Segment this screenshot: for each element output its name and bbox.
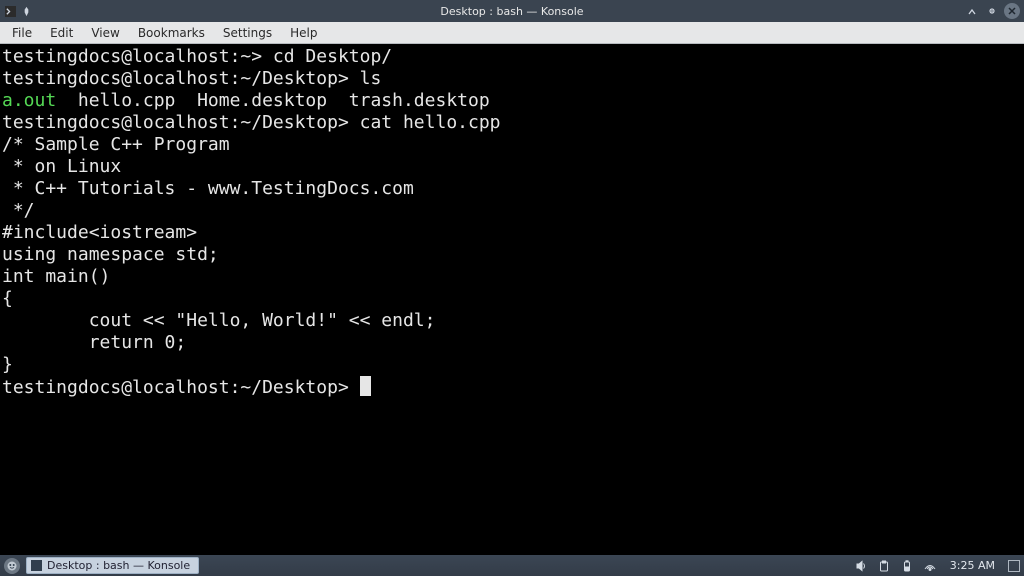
terminal-line: {: [2, 288, 1022, 310]
konsole-task-icon: [31, 560, 42, 571]
start-button[interactable]: [4, 558, 20, 574]
terminal-line: testingdocs@localhost:~/Desktop>: [2, 376, 1022, 399]
terminal-line: */: [2, 200, 1022, 222]
menu-help[interactable]: Help: [282, 25, 325, 41]
terminal-text: #include<iostream>: [2, 222, 197, 243]
taskbar-clock[interactable]: 3:25 AM: [946, 559, 999, 572]
terminal-line: * C++ Tutorials - www.TestingDocs.com: [2, 178, 1022, 200]
terminal-text: cout << "Hello, World!" << endl;: [2, 310, 435, 331]
menu-settings[interactable]: Settings: [215, 25, 280, 41]
terminal-viewport[interactable]: testingdocs@localhost:~> cd Desktop/test…: [0, 44, 1024, 555]
window-controls: [964, 3, 1024, 19]
terminal-line: return 0;: [2, 332, 1022, 354]
terminal-text: hello.cpp Home.desktop trash.desktop: [56, 90, 489, 111]
desktop-taskbar: Desktop : bash — Konsole 3:25 AM: [0, 555, 1024, 576]
menu-file[interactable]: File: [4, 25, 40, 41]
menu-view[interactable]: View: [83, 25, 127, 41]
terminal-line: int main(): [2, 266, 1022, 288]
terminal-cursor: [360, 376, 371, 396]
battery-icon[interactable]: [900, 559, 914, 573]
terminal-text: {: [2, 288, 13, 309]
terminal-text: testingdocs@localhost:~/Desktop> cat hel…: [2, 112, 501, 133]
terminal-line: /* Sample C++ Program: [2, 134, 1022, 156]
show-desktop-button[interactable]: [1008, 560, 1020, 572]
terminal-text: return 0;: [2, 332, 186, 353]
window-title: Desktop : bash — Konsole: [440, 5, 583, 18]
terminal-line: }: [2, 354, 1022, 376]
terminal-line: testingdocs@localhost:~/Desktop> ls: [2, 68, 1022, 90]
terminal-text: using namespace std;: [2, 244, 219, 265]
terminal-text: * on Linux: [2, 156, 121, 177]
window-titlebar: Desktop : bash — Konsole: [0, 0, 1024, 22]
terminal-icon: [5, 6, 16, 17]
terminal-text: testingdocs@localhost:~> cd Desktop/: [2, 46, 392, 67]
terminal-text: testingdocs@localhost:~/Desktop> ls: [2, 68, 381, 89]
clipboard-icon[interactable]: [877, 559, 891, 573]
taskbar-entry-label: Desktop : bash — Konsole: [47, 559, 190, 572]
terminal-line: using namespace std;: [2, 244, 1022, 266]
menu-bar: FileEditViewBookmarksSettingsHelp: [0, 22, 1024, 44]
terminal-line: a.out hello.cpp Home.desktop trash.deskt…: [2, 90, 1022, 112]
menu-bookmarks[interactable]: Bookmarks: [130, 25, 213, 41]
terminal-text: }: [2, 354, 13, 375]
terminal-text: */: [2, 200, 35, 221]
terminal-text: a.out: [2, 90, 56, 111]
terminal-line: #include<iostream>: [2, 222, 1022, 244]
terminal-text: int main(): [2, 266, 110, 287]
volume-icon[interactable]: [854, 559, 868, 573]
terminal-line: testingdocs@localhost:~> cd Desktop/: [2, 46, 1022, 68]
terminal-text: testingdocs@localhost:~/Desktop>: [2, 377, 360, 398]
close-button[interactable]: [1004, 3, 1020, 19]
terminal-text: /* Sample C++ Program: [2, 134, 230, 155]
minimize-button[interactable]: [964, 3, 980, 19]
terminal-line: * on Linux: [2, 156, 1022, 178]
terminal-text: * C++ Tutorials - www.TestingDocs.com: [2, 178, 414, 199]
terminal-line: testingdocs@localhost:~/Desktop> cat hel…: [2, 112, 1022, 134]
system-tray: 3:25 AM: [854, 559, 1020, 573]
pin-icon[interactable]: [21, 6, 32, 17]
network-icon[interactable]: [923, 559, 937, 573]
taskbar-entry-konsole[interactable]: Desktop : bash — Konsole: [26, 557, 199, 574]
terminal-line: cout << "Hello, World!" << endl;: [2, 310, 1022, 332]
maximize-button[interactable]: [984, 3, 1000, 19]
menu-edit[interactable]: Edit: [42, 25, 81, 41]
